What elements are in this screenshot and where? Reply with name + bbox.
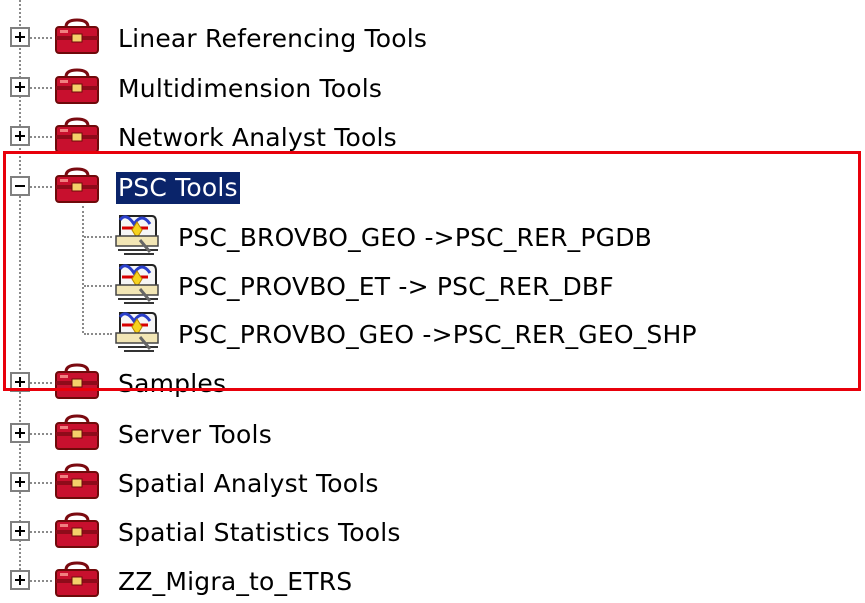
tree-item-label: Spatial Statistics Tools xyxy=(118,518,401,547)
tree-item-script-psc-brovbo-geo[interactable]: PSC_BROVBO_GEO ->PSC_RER_PGDB xyxy=(0,213,865,259)
script-tool-icon xyxy=(115,312,159,352)
expand-button[interactable] xyxy=(10,521,30,541)
tree-item-label: Linear Referencing Tools xyxy=(118,24,428,53)
tree-item-label: Network Analyst Tools xyxy=(118,123,397,152)
tree-item-script-psc-provbo-geo[interactable]: PSC_PROVBO_GEO ->PSC_RER_GEO_SHP xyxy=(0,310,865,356)
toolbox-icon xyxy=(55,167,99,203)
toolbox-icon xyxy=(55,561,99,597)
tree-connector xyxy=(30,37,52,39)
tree-item-samples[interactable]: Samples xyxy=(0,359,865,405)
tree-connector xyxy=(30,580,52,582)
tree-connector xyxy=(30,382,52,384)
tree-item-label: PSC_PROVBO_ET -> PSC_RER_DBF xyxy=(178,272,614,301)
tree-item-multidimension-tools[interactable]: Multidimension Tools xyxy=(0,64,865,110)
tree-item-linear-referencing-tools[interactable]: Linear Referencing Tools xyxy=(0,14,865,60)
tree-item-zz-migra-to-etrs[interactable]: ZZ_Migra_to_ETRS xyxy=(0,557,865,603)
tree-item-server-tools[interactable]: Server Tools xyxy=(0,410,865,456)
tree-item-label: PSC_BROVBO_GEO ->PSC_RER_PGDB xyxy=(178,223,653,252)
expand-button[interactable] xyxy=(10,570,30,590)
tree-item-label: Server Tools xyxy=(118,420,272,449)
tree-item-label: ZZ_Migra_to_ETRS xyxy=(118,567,353,596)
tree-connector xyxy=(84,333,112,335)
tree-item-label: Samples xyxy=(118,369,227,398)
tree-connector xyxy=(30,482,52,484)
tree-connector xyxy=(30,186,52,188)
toolbox-icon xyxy=(55,117,99,153)
expand-button[interactable] xyxy=(10,472,30,492)
tree-item-psc-tools[interactable]: PSC Tools xyxy=(0,163,865,209)
toolbox-icon xyxy=(55,463,99,499)
tree-connector xyxy=(30,136,52,138)
tree-connector xyxy=(30,433,52,435)
tree-connector xyxy=(84,285,112,287)
expand-button[interactable] xyxy=(10,126,30,146)
tree-item-spatial-statistics-tools[interactable]: Spatial Statistics Tools xyxy=(0,508,865,554)
tree-item-label-selected: PSC Tools xyxy=(116,172,240,204)
toolbox-icon xyxy=(55,18,99,54)
collapse-button[interactable] xyxy=(10,176,30,196)
expand-button[interactable] xyxy=(10,372,30,392)
script-tool-icon xyxy=(115,215,159,255)
tree-item-spatial-analyst-tools[interactable]: Spatial Analyst Tools xyxy=(0,459,865,505)
tree-item-label: Multidimension Tools xyxy=(118,74,383,103)
tree-item-label: Spatial Analyst Tools xyxy=(118,469,379,498)
toolbox-icon xyxy=(55,512,99,548)
toolbox-tree: Linear Referencing Tools Multidimension … xyxy=(0,0,865,602)
script-tool-icon xyxy=(115,264,159,304)
expand-button[interactable] xyxy=(10,423,30,443)
expand-button[interactable] xyxy=(10,27,30,47)
tree-item-network-analyst-tools[interactable]: Network Analyst Tools xyxy=(0,113,865,159)
tree-item-script-psc-provbo-et[interactable]: PSC_PROVBO_ET -> PSC_RER_DBF xyxy=(0,262,865,308)
tree-connector xyxy=(84,236,112,238)
toolbox-icon xyxy=(55,414,99,450)
toolbox-icon xyxy=(55,363,99,399)
tree-connector xyxy=(30,531,52,533)
toolbox-icon xyxy=(55,68,99,104)
tree-connector xyxy=(30,87,52,89)
tree-item-label: PSC_PROVBO_GEO ->PSC_RER_GEO_SHP xyxy=(178,320,697,349)
expand-button[interactable] xyxy=(10,77,30,97)
